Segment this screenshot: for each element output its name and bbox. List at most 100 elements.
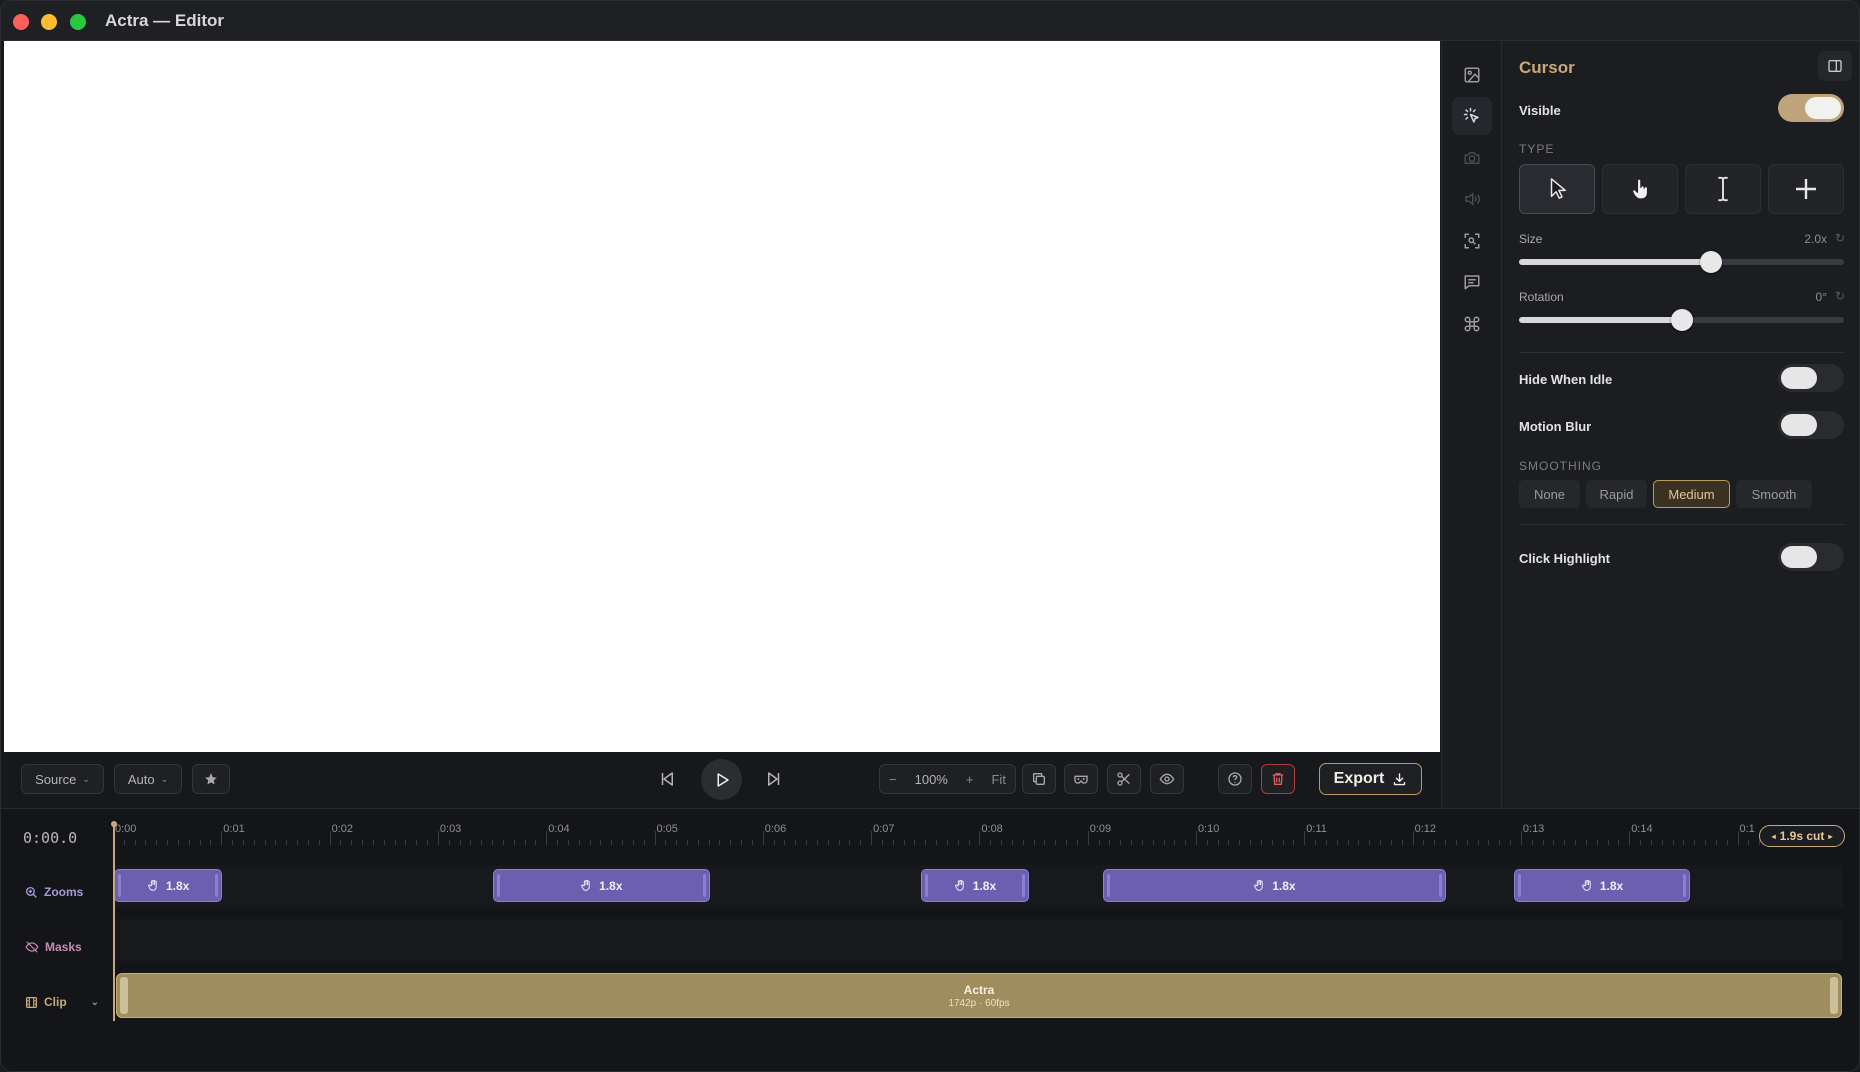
rail-camera[interactable]	[1452, 139, 1492, 177]
tick-label: 0:11	[1306, 823, 1327, 835]
cursor-type-crosshair[interactable]	[1768, 164, 1844, 214]
export-button[interactable]: Export	[1319, 763, 1422, 795]
tick-mark	[1466, 840, 1468, 845]
chevron-down-icon: ⌄	[160, 773, 169, 784]
clip-track-label[interactable]: Clip ⌄	[25, 995, 99, 1009]
maximize-window-button[interactable]	[70, 14, 86, 30]
size-slider-handle[interactable]	[1699, 251, 1722, 273]
cut-button[interactable]	[1107, 764, 1141, 794]
tick-label: 0:10	[1198, 823, 1220, 835]
mask-button[interactable]	[1064, 764, 1098, 794]
tick-mark	[1434, 840, 1436, 845]
click-highlight-toggle[interactable]	[1778, 543, 1844, 571]
tick-mark	[1510, 840, 1512, 845]
collapse-panel-button[interactable]	[1818, 51, 1852, 81]
tick-mark	[1661, 840, 1663, 845]
zoom-in-button[interactable]: +	[966, 772, 974, 787]
zoom-segment[interactable]: 1.8x	[920, 869, 1030, 902]
clip-trim-end-handle[interactable]	[1830, 977, 1838, 1014]
zoom-segment[interactable]: 1.8x	[114, 869, 223, 902]
rail-audio[interactable]	[1452, 180, 1492, 218]
skip-back-button[interactable]	[652, 764, 682, 794]
star-icon	[205, 773, 217, 785]
size-reset-icon[interactable]: ↻	[1835, 231, 1845, 245]
tick-mark	[1076, 840, 1078, 845]
zoom-segment-label: 1.8x	[165, 878, 190, 893]
tick-mark	[1488, 840, 1490, 845]
tick-mark	[362, 840, 364, 845]
skip-forward-button[interactable]	[759, 764, 789, 794]
tick-mark	[351, 840, 353, 845]
cursor-type-hand[interactable]	[1602, 164, 1678, 214]
zoom-out-button[interactable]: −	[889, 772, 897, 787]
preview-toggle-button[interactable]	[1150, 764, 1184, 794]
tick-mark	[1531, 840, 1533, 845]
tick-mark	[513, 840, 515, 845]
tick-mark	[881, 840, 883, 845]
tick-mark	[567, 840, 569, 845]
speaker-icon	[1465, 192, 1480, 206]
rotation-slider-fill	[1519, 317, 1682, 323]
smoothing-section-label: SMOOTHING	[1519, 459, 1602, 473]
smoothing-none[interactable]: None	[1519, 480, 1580, 508]
masks-track[interactable]	[113, 919, 1843, 961]
cursor-type-arrow[interactable]	[1519, 164, 1595, 214]
rotation-slider-handle[interactable]	[1670, 309, 1693, 331]
rail-background[interactable]	[1452, 56, 1492, 94]
smoothing-medium[interactable]: Medium	[1653, 480, 1730, 508]
delete-button[interactable]	[1261, 764, 1295, 794]
auto-dropdown[interactable]: Auto ⌄	[114, 764, 182, 794]
tick-mark	[383, 840, 385, 845]
tick-mark	[1044, 840, 1046, 845]
source-dropdown[interactable]: Source ⌄	[21, 764, 104, 794]
crosshair-icon	[1796, 179, 1816, 199]
tick-mark	[1477, 840, 1479, 845]
clip-segment[interactable]: Actra 1742p · 60fps	[116, 973, 1842, 1018]
rail-cursor[interactable]	[1452, 97, 1492, 135]
minimize-window-button[interactable]	[41, 14, 57, 30]
playhead-handle[interactable]	[111, 821, 117, 827]
zoom-segment[interactable]: 1.8x	[1102, 869, 1447, 902]
zoom-segment-label: 1.8x	[599, 878, 623, 893]
fit-button[interactable]: Fit	[991, 772, 1005, 787]
tick-mark	[968, 840, 970, 845]
rotation-slider[interactable]	[1519, 309, 1844, 331]
tick-mark	[892, 840, 894, 845]
tick-mark	[242, 840, 244, 845]
rail-zoom[interactable]	[1452, 222, 1492, 260]
play-button[interactable]	[701, 759, 742, 800]
zoom-segment[interactable]: 1.8x	[493, 869, 710, 902]
rail-shortcuts[interactable]	[1452, 305, 1492, 343]
tick-mark	[1390, 840, 1392, 845]
visible-toggle[interactable]	[1778, 94, 1844, 122]
tick-mark	[697, 840, 699, 845]
zoom-segment[interactable]: 1.8x	[1514, 869, 1690, 902]
size-slider[interactable]	[1519, 251, 1844, 273]
hide-idle-toggle[interactable]	[1778, 364, 1844, 392]
close-window-button[interactable]	[13, 14, 29, 30]
help-button[interactable]	[1218, 764, 1252, 794]
rotation-reset-icon[interactable]: ↻	[1835, 289, 1845, 303]
duplicate-button[interactable]	[1022, 764, 1056, 794]
masks-label: Masks	[45, 940, 82, 954]
cursor-type-text[interactable]	[1685, 164, 1761, 214]
tick-mark	[199, 840, 201, 845]
film-icon	[25, 996, 38, 1008]
tick-mark	[1618, 840, 1620, 845]
preview-canvas[interactable]	[4, 41, 1440, 752]
rail-captions[interactable]	[1452, 263, 1492, 301]
time-ruler[interactable]: 0:00 0:01 0:02 0:03 0:04 0:05 0:06 0:07 0:08 0:09…	[113, 819, 1843, 845]
smoothing-smooth[interactable]: Smooth	[1736, 480, 1812, 508]
playhead[interactable]	[113, 823, 115, 1021]
tick-mark	[1380, 840, 1382, 845]
tick-mark	[676, 840, 678, 845]
tick-mark	[275, 840, 277, 845]
smoothing-rapid[interactable]: Rapid	[1586, 480, 1647, 508]
tick-mark	[1412, 831, 1414, 845]
tick-label: 0:02	[331, 823, 354, 835]
clip-label: Clip	[44, 995, 67, 1009]
motion-blur-toggle[interactable]	[1778, 411, 1844, 439]
cut-badge[interactable]: ◂ 1.9s cut ▸	[1759, 825, 1845, 847]
favorite-button[interactable]	[192, 764, 230, 794]
hand-icon	[581, 879, 590, 891]
